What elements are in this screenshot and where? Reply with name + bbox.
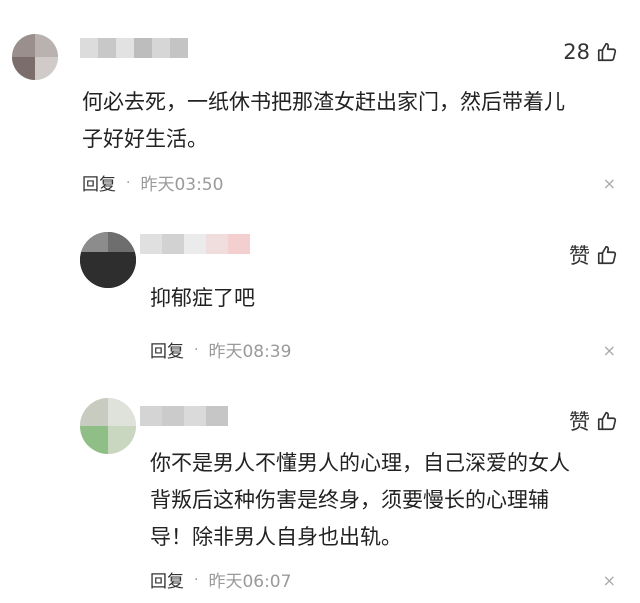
thumbs-up-icon <box>596 410 618 432</box>
like-label: 赞 <box>569 410 590 434</box>
username-blurred[interactable] <box>140 406 228 426</box>
avatar[interactable] <box>80 398 136 454</box>
like-button[interactable]: 赞 <box>569 406 618 436</box>
close-icon[interactable]: × <box>603 573 616 589</box>
comment-meta: 回复 · 昨天06:07 <box>150 567 292 593</box>
separator-dot: · <box>194 571 199 588</box>
comment-3: 赞 你不是男人不懂男人的心理，自己深爱的女人 背叛后这种伤害是终身，须要慢长的心… <box>0 0 640 603</box>
comment-text: 你不是男人不懂男人的心理，自己深爱的女人 背叛后这种伤害是终身，须要慢长的心理辅… <box>150 451 570 549</box>
timestamp: 昨天06:07 <box>208 572 292 592</box>
reply-button[interactable]: 回复 <box>150 567 184 592</box>
